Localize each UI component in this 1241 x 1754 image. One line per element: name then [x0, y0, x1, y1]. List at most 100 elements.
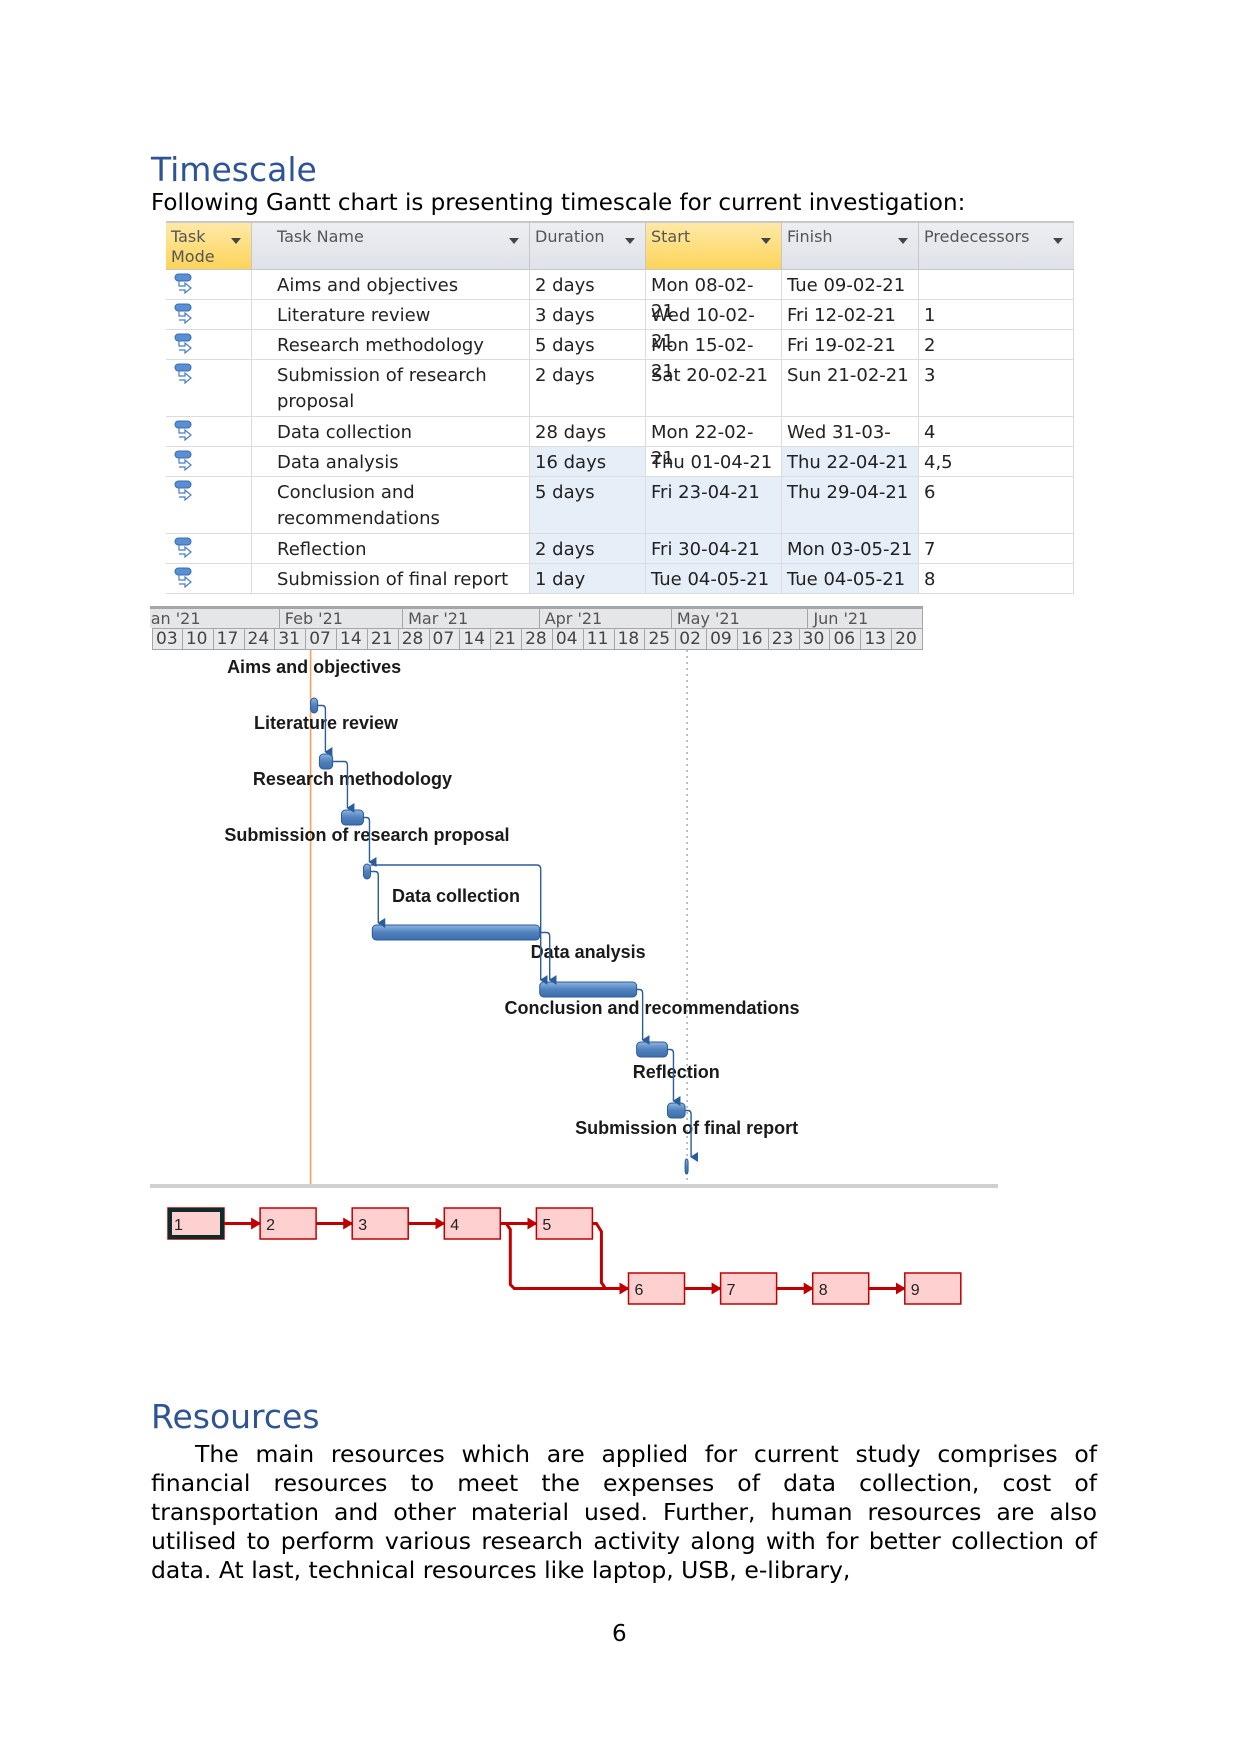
column-header-label: Start — [651, 227, 691, 246]
auto-scheduled-task-icon — [174, 303, 192, 325]
cell-duration: 3 days — [530, 300, 646, 329]
gantt-bar-label: Data analysis — [531, 942, 646, 962]
filter-dropdown-icon[interactable] — [1053, 238, 1063, 244]
auto-scheduled-task-icon — [174, 273, 192, 295]
network-node-id: 9 — [911, 1282, 920, 1299]
section-heading-resources: Resources — [151, 1397, 320, 1436]
cell-finish: Mon 03-05-21 — [782, 534, 919, 563]
gantt-bar[interactable] — [362, 863, 371, 880]
gantt-bar[interactable] — [340, 809, 364, 826]
task-mode-cell — [166, 417, 252, 446]
task-mode-cell — [166, 534, 252, 563]
cell-finish: Thu 29-04-21 — [782, 477, 919, 533]
gantt-bar[interactable] — [318, 753, 334, 770]
auto-scheduled-task-icon — [174, 333, 192, 355]
network-node[interactable]: 7 — [719, 1272, 778, 1305]
task-table: Task Mode Task Name Duration Start Finish Pre… — [166, 221, 1074, 594]
gantt-bar-label: Literature review — [254, 713, 399, 733]
cell-start: Fri 30-04-21 — [646, 534, 782, 563]
cell-finish: Fri 12-02-21 — [782, 300, 919, 329]
task-mode-cell — [166, 360, 252, 416]
table-row[interactable]: Data analysis 16 days Thu 01-04-21 Thu 22-0… — [166, 447, 1074, 477]
cell-duration: 2 days — [530, 534, 646, 563]
cell-name: Data collection — [252, 417, 530, 446]
gantt-bar[interactable] — [636, 1041, 668, 1058]
task-mode-cell — [166, 564, 252, 593]
gantt-bar-label: Conclusion and recommendations — [505, 998, 800, 1018]
cell-name: Data analysis — [252, 447, 530, 476]
cell-pred: 1 — [919, 300, 1074, 329]
filter-dropdown-icon[interactable] — [761, 238, 771, 244]
cell-name: Submission of final report — [252, 564, 530, 593]
cell-pred: 4 — [919, 417, 1074, 446]
column-header-task-name[interactable]: Task Name — [252, 223, 530, 269]
column-header-task-mode[interactable]: Task Mode — [166, 223, 252, 269]
column-header-duration[interactable]: Duration — [530, 223, 646, 269]
cell-duration: 2 days — [530, 270, 646, 299]
auto-scheduled-task-icon — [174, 480, 192, 502]
task-mode-cell — [166, 300, 252, 329]
table-row[interactable]: Literature review 3 days Wed 10-02-21 Fri 1… — [166, 300, 1074, 352]
filter-dropdown-icon[interactable] — [509, 238, 519, 244]
cell-start: Thu 01-04-21 — [646, 447, 782, 476]
network-node[interactable]: 8 — [811, 1272, 870, 1305]
gantt-bar-label: Data collection — [392, 886, 520, 906]
network-node-id: 6 — [635, 1282, 644, 1299]
gantt-bar[interactable] — [666, 1102, 686, 1119]
dependency-link — [370, 870, 386, 928]
cell-finish: Tue 09-02-21 — [782, 270, 919, 299]
network-node[interactable]: 3 — [351, 1207, 409, 1240]
gantt-bar[interactable] — [539, 981, 638, 998]
cell-duration: 5 days — [530, 330, 646, 359]
cell-name: Aims and objectives — [252, 270, 530, 299]
cell-start: Mon 15-02-21 — [646, 330, 782, 382]
auto-scheduled-task-icon — [174, 450, 192, 472]
cell-start: Tue 04-05-21 — [646, 564, 782, 593]
gantt-bar[interactable] — [684, 1158, 689, 1175]
column-header-predecessors[interactable]: Predecessors — [919, 223, 1074, 269]
cell-pred: 8 — [919, 564, 1074, 593]
filter-dropdown-icon[interactable] — [625, 238, 635, 244]
table-row[interactable]: Conclusion and recommendations 5 days Fri … — [166, 477, 1074, 534]
network-node[interactable]: 6 — [627, 1272, 686, 1305]
column-header-finish[interactable]: Finish — [782, 223, 919, 269]
network-node[interactable]: 4 — [443, 1207, 502, 1240]
view-splitter[interactable] — [150, 1184, 998, 1188]
table-row[interactable]: Research methodology 5 days Mon 15-02-21 Fr… — [166, 330, 1074, 382]
gantt-bar[interactable] — [371, 924, 541, 941]
cell-name: Conclusion and recommendations — [252, 477, 530, 533]
table-row[interactable]: Submission of research proposal 2 days Sat… — [166, 360, 1074, 417]
table-header: Task Mode Task Name Duration Start Finish Pre… — [166, 223, 1074, 270]
cell-start: Wed 10-02-21 — [646, 300, 782, 352]
gantt-bar[interactable] — [310, 697, 319, 714]
network-node[interactable]: 5 — [535, 1207, 594, 1240]
filter-dropdown-icon[interactable] — [231, 238, 241, 244]
dependency-link — [370, 864, 548, 985]
filter-dropdown-icon[interactable] — [898, 238, 908, 244]
cell-start: Mon 22-02-21 — [646, 417, 782, 469]
gantt-bar-label: Submission of final report — [575, 1118, 798, 1138]
cell-duration: 2 days — [530, 360, 646, 416]
network-node-id: 1 — [174, 1217, 183, 1234]
cell-start: Fri 23-04-21 — [646, 477, 782, 533]
table-row[interactable]: Aims and objectives 2 days Mon 08-02-21 Tue… — [166, 270, 1074, 322]
table-row[interactable]: Reflection 2 days Fri 30-04-21 Mon 03-05-21… — [166, 534, 1074, 564]
cell-pred — [919, 270, 1074, 299]
auto-scheduled-task-icon — [174, 567, 192, 589]
column-header-start[interactable]: Start — [646, 223, 782, 269]
gantt-chart: Jan '21 Feb '21 Mar '21 Apr '21 May '21 Jun '… — [150, 606, 1000, 1188]
gantt-bar-label: Aims and objectives — [227, 657, 401, 677]
auto-scheduled-task-icon — [174, 420, 192, 442]
cell-finish: Sun 21-02-21 — [782, 360, 919, 416]
network-node[interactable]: 9 — [904, 1272, 962, 1305]
network-node-id: 7 — [727, 1282, 736, 1299]
page-number: 6 — [612, 1621, 627, 1647]
table-row[interactable]: Submission of final report 1 day Tue 04-05… — [166, 564, 1074, 594]
task-mode-cell — [166, 330, 252, 359]
gantt-bar-label: Reflection — [633, 1062, 720, 1082]
network-node[interactable]: 1 — [167, 1207, 225, 1240]
column-header-label: Duration — [535, 227, 605, 246]
cell-duration: 5 days — [530, 477, 646, 533]
network-node[interactable]: 2 — [259, 1207, 317, 1240]
table-row[interactable]: Data collection 28 days Mon 22-02-21 Wed 31… — [166, 417, 1074, 469]
